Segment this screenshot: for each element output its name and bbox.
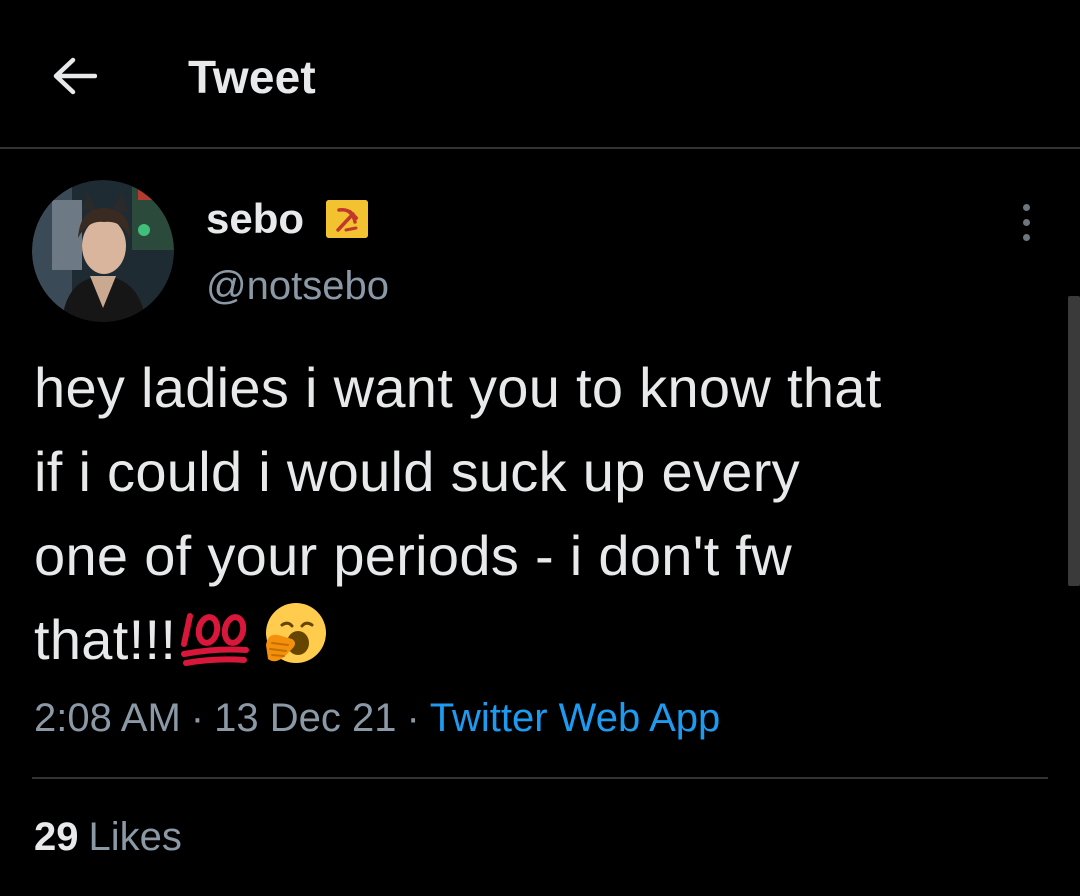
- header-divider: [0, 147, 1080, 149]
- meta-separator: ·: [190, 696, 205, 740]
- tweet-source-link[interactable]: Twitter Web App: [430, 696, 721, 740]
- tweet-line: that!!!: [34, 608, 177, 671]
- page-header: Tweet: [0, 0, 1080, 149]
- likes-count: 29: [34, 815, 79, 859]
- scrollbar[interactable]: [1068, 296, 1080, 586]
- likes-stat[interactable]: 29 Likes: [34, 815, 182, 860]
- arrow-left-icon: [53, 57, 97, 95]
- tweet-line: hey ladies i want you to know that: [34, 356, 882, 419]
- user-handle[interactable]: @notsebo: [206, 264, 389, 309]
- display-name[interactable]: sebo: [206, 195, 304, 243]
- more-dot-icon: [1022, 203, 1030, 211]
- tweet-meta: 2:08 AM · 13 Dec 21 · Twitter Web App: [34, 696, 720, 741]
- likes-label: Likes: [88, 815, 182, 859]
- meta-separator: ·: [406, 696, 420, 740]
- more-dot-icon: [1022, 218, 1030, 226]
- more-dot-icon: [1022, 233, 1030, 241]
- page-title: Tweet: [188, 51, 316, 103]
- tweet-line-last: that!!!: [34, 598, 1044, 682]
- tweet-line: if i could i would suck up every: [34, 440, 800, 503]
- avatar-image: [32, 180, 174, 322]
- tweet-line: one of your periods - i don't fw: [34, 524, 793, 587]
- back-button[interactable]: [42, 44, 106, 108]
- tweet-time[interactable]: 2:08 AM: [34, 696, 181, 740]
- hammer-and-sickle-flag-icon: [326, 200, 368, 238]
- tweet-date[interactable]: 13 Dec 21: [214, 696, 396, 740]
- avatar[interactable]: [32, 180, 174, 322]
- more-options-button[interactable]: [1008, 200, 1044, 244]
- tweet-page: Tweet sebo @notsebo hey ladies i want yo…: [0, 0, 1080, 896]
- hundred-points-emoji: [181, 613, 250, 667]
- tweet-text: hey ladies i want you to know that if i …: [34, 346, 1044, 682]
- yawning-face-emoji: [266, 603, 327, 664]
- stats-divider: [32, 777, 1048, 779]
